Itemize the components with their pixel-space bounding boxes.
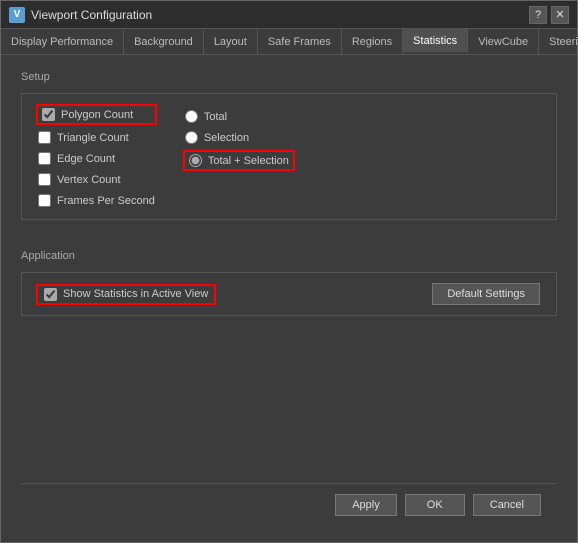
tab-statistics[interactable]: Statistics: [403, 29, 468, 54]
fps-row: Frames Per Second: [38, 194, 155, 207]
polygon-count-checkbox[interactable]: [42, 108, 55, 121]
total-row: Total: [185, 110, 293, 123]
tab-regions[interactable]: Regions: [342, 29, 403, 54]
tab-steeringwheels[interactable]: SteeringWheels: [539, 29, 578, 54]
triangle-count-row: Triangle Count: [38, 131, 155, 144]
footer: Apply OK Cancel: [21, 483, 557, 526]
fps-checkbox[interactable]: [38, 194, 51, 207]
selection-radio[interactable]: [185, 131, 198, 144]
fps-label: Frames Per Second: [57, 195, 155, 207]
title-bar-controls: ? ✕: [529, 6, 569, 24]
setup-section: Setup Polygon Count Triangle Count: [21, 71, 557, 220]
vertex-count-row: Vertex Count: [38, 173, 155, 186]
checkboxes-col: Polygon Count Triangle Count Edge Count: [38, 106, 155, 207]
cancel-button[interactable]: Cancel: [473, 494, 541, 516]
application-section: Application Show Statistics in Active Vi…: [21, 250, 557, 316]
title-bar-left: V Viewport Configuration: [9, 7, 152, 23]
default-settings-button[interactable]: Default Settings: [432, 283, 540, 305]
polygon-count-label: Polygon Count: [61, 109, 133, 121]
tab-bar: Display Performance Background Layout Sa…: [1, 29, 577, 55]
total-label: Total: [204, 111, 227, 123]
title-bar: V Viewport Configuration ? ✕: [1, 1, 577, 29]
setup-box: Polygon Count Triangle Count Edge Count: [21, 93, 557, 220]
show-stats-checkbox[interactable]: [44, 288, 57, 301]
total-plus-selection-radio[interactable]: [189, 154, 202, 167]
triangle-count-checkbox[interactable]: [38, 131, 51, 144]
tab-safe-frames[interactable]: Safe Frames: [258, 29, 342, 54]
triangle-count-label: Triangle Count: [57, 132, 129, 144]
total-radio[interactable]: [185, 110, 198, 123]
show-stats-row: Show Statistics in Active View: [38, 286, 214, 303]
edge-count-row: Edge Count: [38, 152, 155, 165]
total-plus-selection-row: Total + Selection: [185, 152, 293, 169]
total-plus-selection-label: Total + Selection: [208, 155, 289, 167]
application-box: Show Statistics in Active View Default S…: [21, 272, 557, 316]
close-button[interactable]: ✕: [551, 6, 569, 24]
edge-count-checkbox[interactable]: [38, 152, 51, 165]
setup-label: Setup: [21, 71, 557, 83]
application-label: Application: [21, 250, 557, 262]
ok-button[interactable]: OK: [405, 494, 465, 516]
vertex-count-label: Vertex Count: [57, 174, 121, 186]
vertex-count-checkbox[interactable]: [38, 173, 51, 186]
selection-label: Selection: [204, 132, 249, 144]
show-stats-label: Show Statistics in Active View: [63, 288, 208, 300]
app-icon: V: [9, 7, 25, 23]
dialog-title: Viewport Configuration: [31, 8, 152, 22]
setup-grid: Polygon Count Triangle Count Edge Count: [38, 106, 540, 207]
selection-row: Selection: [185, 131, 293, 144]
radios-col: Total Selection Total + Selection: [185, 110, 293, 207]
polygon-count-row: Polygon Count: [38, 106, 155, 123]
tab-display-performance[interactable]: Display Performance: [1, 29, 124, 54]
tab-background[interactable]: Background: [124, 29, 204, 54]
tab-layout[interactable]: Layout: [204, 29, 258, 54]
content-area: Setup Polygon Count Triangle Count: [1, 55, 577, 542]
dialog: V Viewport Configuration ? ✕ Display Per…: [0, 0, 578, 543]
edge-count-label: Edge Count: [57, 153, 115, 165]
help-button[interactable]: ?: [529, 6, 547, 24]
apply-button[interactable]: Apply: [335, 494, 397, 516]
tab-viewcube[interactable]: ViewCube: [468, 29, 539, 54]
